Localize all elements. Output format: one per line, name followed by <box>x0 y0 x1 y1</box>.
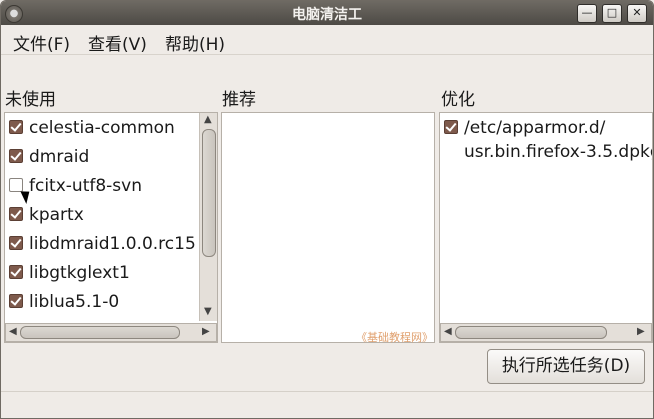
list-item[interactable]: libdmraid1.0.0.rc15 <box>5 232 197 260</box>
checkbox[interactable] <box>444 120 458 134</box>
item-label: dmraid <box>29 147 90 167</box>
checkbox[interactable] <box>9 120 23 134</box>
watermark-text: 《基础教程网》 <box>356 331 433 344</box>
app-window: ● 电脑清洁工 — □ ✕ 文件(F) 查看(V) 帮助(H) 未使用 推荐 优… <box>0 0 654 419</box>
checkbox[interactable] <box>9 149 23 163</box>
recommended-label: 推荐 <box>222 90 256 110</box>
list-item[interactable]: dmraid <box>5 145 197 173</box>
close-button[interactable]: ✕ <box>627 4 647 23</box>
optimize-horizontal-scrollbar[interactable]: ◀ ▶ <box>440 323 652 342</box>
menu-view[interactable]: 查看(V) <box>88 30 147 55</box>
scroll-down-icon[interactable]: ▼ <box>204 306 212 317</box>
item-label: fcitx-utf8-svn <box>29 176 142 196</box>
maximize-button[interactable]: □ <box>602 4 622 23</box>
menu-separator <box>1 54 653 55</box>
scrollbar-thumb[interactable] <box>202 129 216 257</box>
menu-help[interactable]: 帮助(H) <box>165 30 225 55</box>
scroll-left-icon[interactable]: ◀ <box>9 326 17 337</box>
checkbox[interactable] <box>9 265 23 279</box>
scroll-up-icon[interactable]: ▲ <box>204 114 212 125</box>
execute-selected-tasks-button[interactable]: 执行所选任务(D) <box>487 349 645 384</box>
checkbox[interactable] <box>9 207 23 221</box>
item-label: libgtkglext1 <box>29 263 130 283</box>
menu-file[interactable]: 文件(F) <box>13 30 70 55</box>
list-item[interactable]: /etc/apparmor.d/ usr.bin.firefox-3.5.dpk… <box>440 116 652 166</box>
item-label-line1: /etc/apparmor.d/ <box>464 118 606 138</box>
list-item[interactable]: celestia-common <box>5 116 197 144</box>
list-item[interactable]: liblua5.1-0 <box>5 290 197 318</box>
item-label-line2: usr.bin.firefox-3.5.dpkg <box>464 142 653 162</box>
title-bar: ● 电脑清洁工 — □ ✕ <box>1 1 653 25</box>
checkbox[interactable] <box>9 236 23 250</box>
optimize-list[interactable]: /etc/apparmor.d/ usr.bin.firefox-3.5.dpk… <box>439 112 653 343</box>
item-label: liblua5.1-0 <box>29 292 120 312</box>
scrollbar-thumb[interactable] <box>20 326 180 339</box>
optimize-label: 优化 <box>441 90 475 110</box>
item-label: kpartx <box>29 205 84 225</box>
list-item[interactable]: kpartx <box>5 203 197 231</box>
item-label: celestia-common <box>29 118 175 138</box>
menu-bar: 文件(F) 查看(V) 帮助(H) <box>1 26 653 55</box>
scroll-left-icon[interactable]: ◀ <box>444 326 452 337</box>
unused-horizontal-scrollbar[interactable]: ◀ ▶ <box>5 323 217 342</box>
list-item[interactable]: fcitx-utf8-svn <box>5 174 197 202</box>
minimize-button[interactable]: — <box>577 4 597 23</box>
scroll-right-icon[interactable]: ▶ <box>637 326 645 337</box>
unused-vertical-scrollbar[interactable]: ▲ ▼ <box>199 113 217 321</box>
unused-label: 未使用 <box>5 90 56 110</box>
recommended-list[interactable]: 《基础教程网》 <box>221 112 435 344</box>
scroll-right-icon[interactable]: ▶ <box>202 326 210 337</box>
status-bar <box>1 391 653 418</box>
scrollbar-thumb[interactable] <box>455 326 607 339</box>
list-item[interactable]: libgtkglext1 <box>5 261 197 289</box>
checkbox[interactable] <box>9 294 23 308</box>
unused-list[interactable]: celestia-common dmraid fcitx-utf8-svn kp… <box>4 112 218 343</box>
window-title: 电脑清洁工 <box>292 7 362 23</box>
item-label: libdmraid1.0.0.rc15 <box>29 234 196 254</box>
